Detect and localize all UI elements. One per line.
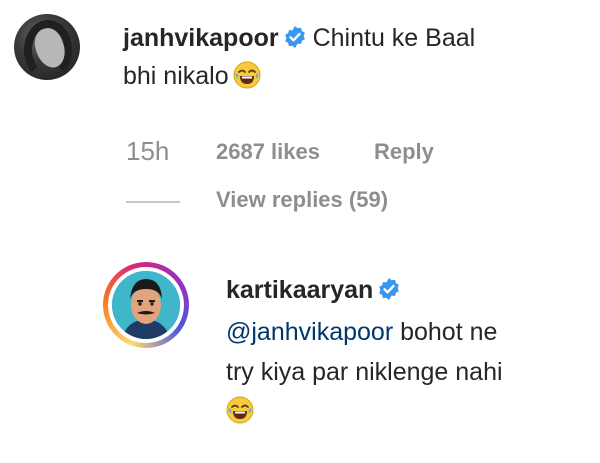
comment-text: try kiya par niklenge nahi	[226, 358, 503, 386]
comment-2-header: kartikaaryan	[226, 276, 407, 305]
comment-2-line2: try kiya par niklenge nahi	[226, 352, 503, 392]
comment-text: Chintu ke Baal	[312, 24, 476, 52]
comment-1-line2: bhi nikalo	[123, 56, 261, 96]
comment-2-line3	[226, 396, 254, 424]
username-link[interactable]: janhvikapoor	[123, 24, 279, 52]
verified-badge-icon	[377, 277, 401, 301]
comment-timestamp[interactable]: 15h	[126, 136, 169, 167]
likes-count[interactable]: 2687 likes	[216, 139, 320, 165]
comment-text: bhi nikalo	[123, 62, 229, 90]
view-replies-button[interactable]: View replies (59)	[216, 187, 388, 213]
avatar-janhvikapoor[interactable]	[14, 14, 80, 80]
cartoon-face-icon	[112, 271, 180, 339]
mention-link[interactable]: @janhvikapoor	[226, 318, 393, 346]
comment-text: bohot ne	[393, 318, 498, 346]
reply-button[interactable]: Reply	[374, 139, 434, 165]
avatar-kartikaaryan[interactable]	[103, 262, 189, 348]
laughing-emoji-icon	[233, 61, 261, 89]
comment-1-header: janhvikapoor Chintu ke Baal	[123, 18, 475, 58]
comment-2-line1: @janhvikapoor bohot ne	[226, 312, 497, 352]
verified-badge-icon	[283, 25, 307, 49]
username-link[interactable]: kartikaaryan	[226, 276, 373, 304]
laughing-emoji-icon	[226, 396, 254, 424]
replies-divider	[126, 201, 180, 203]
